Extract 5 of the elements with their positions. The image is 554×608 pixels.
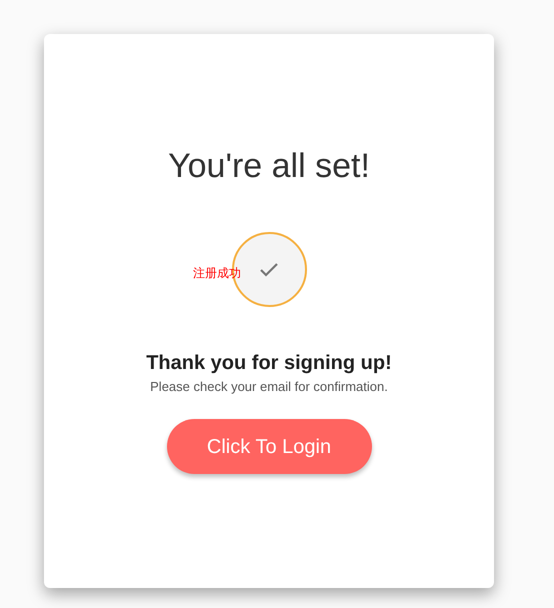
heading: Thank you for signing up! <box>146 351 392 375</box>
check-icon <box>259 262 279 277</box>
login-button[interactable]: Click To Login <box>166 419 372 474</box>
message: Please check your email for confirmation. <box>150 379 388 395</box>
title: You're all set! <box>168 146 370 186</box>
